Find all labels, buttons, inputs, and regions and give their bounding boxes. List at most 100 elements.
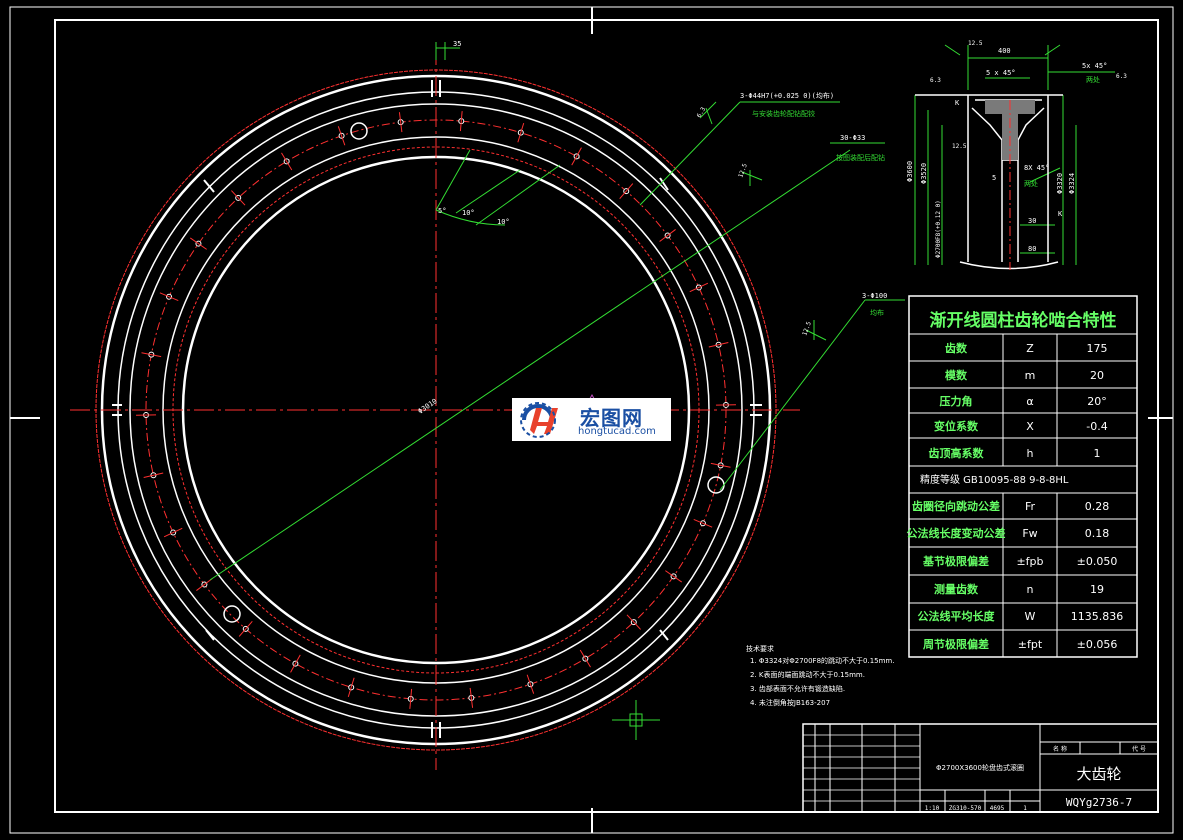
gear-row2-symbol: Fw: [1022, 527, 1037, 540]
section-dim-left-2: Φ3520: [920, 163, 928, 184]
watermark-url: hongtucad.com: [578, 426, 656, 437]
section-rough-d: 12.5: [952, 143, 967, 150]
logo-icon: [520, 402, 558, 438]
section-rough-b: 12.5: [968, 40, 983, 47]
gear-row2-label: 测量齿数: [934, 582, 979, 596]
gear-table-title: 渐开线圆柱齿轮啮合特性: [930, 310, 1117, 331]
gear-row2-value: 1135.836: [1071, 610, 1124, 623]
gear-row-label: 齿数: [945, 341, 968, 355]
hole3-spec-label: 3-Φ44H7(+0.025 0)(均布): [740, 91, 834, 100]
section-dim-chamfer-top: 5 x 45°: [986, 69, 1016, 77]
title-block-material: ZG310-570: [949, 805, 982, 812]
gear-row-label: 齿顶高系数: [929, 446, 985, 460]
section-dim-right-2: Φ3324: [1068, 173, 1076, 194]
gear-row2-label: 齿圈径向跳动公差: [912, 499, 1000, 513]
gear-row2-label: 基节极限偏差: [922, 554, 989, 568]
gear-row2-symbol: W: [1025, 610, 1036, 623]
radial-tick: [571, 147, 582, 166]
section-dim-30: 30: [1028, 217, 1036, 225]
radial-tick: [290, 654, 301, 673]
title-block: Φ2700X3600轮盘齿式滚圈 大齿轮 WQYg2736-7 1:10 ZG3…: [802, 723, 1159, 813]
radial-tick: [619, 183, 634, 200]
gear-row-symbol: h: [1027, 447, 1034, 460]
gear-row2-label: 周节极限偏差: [923, 637, 989, 651]
gear-row2-label: 公法线长度变动公差: [907, 526, 1006, 540]
section-label-k1: K: [955, 99, 960, 107]
gear-row2-value: ±0.050: [1077, 555, 1118, 568]
section-dim-left-3: Φ2700F8(+0.12 0): [935, 200, 942, 258]
gear-row2-symbol: Fr: [1025, 500, 1036, 513]
section-dim-left-1: Φ3600: [906, 161, 914, 182]
section-dim-80: 80: [1028, 245, 1036, 253]
gear-row2-value: ±0.056: [1077, 638, 1118, 651]
gear-row2-label: 公法线平均长度: [918, 609, 996, 623]
radial-tick: [281, 152, 293, 171]
section-dim-chamfer-right: 5x 45°: [1082, 62, 1107, 70]
gear-row-value: -0.4: [1086, 420, 1107, 433]
gear-row-value: 20°: [1087, 395, 1107, 408]
hole3-note-label: 与安装齿轮配钻配铰: [752, 109, 815, 118]
radial-tick: [665, 570, 683, 583]
title-block-hdr-a: 名 称: [1053, 745, 1067, 753]
note-1: 1. Φ3324对Φ2700F8的跳动不大于0.15mm.: [750, 656, 894, 665]
title-block-project: Φ2700X3600轮盘齿式滚圈: [936, 763, 1024, 772]
gear-row2-symbol: n: [1027, 583, 1034, 596]
section-chamfer-note: 两处: [1086, 75, 1100, 84]
angle-5-label: 5°: [438, 207, 446, 215]
gear-row-symbol: α: [1026, 395, 1033, 408]
gear-row-value: 1: [1094, 447, 1101, 460]
gear-table-accuracy: 精度等级 GB10095-88 9-8-8HL: [920, 473, 1069, 486]
gear-row-value: 175: [1087, 342, 1108, 355]
radial-tick: [659, 229, 676, 242]
hole30-note-label: 按图装配后配钻: [836, 153, 885, 162]
hole3100-note-label: 均布: [870, 308, 884, 317]
title-block-scale: 1:10: [925, 805, 940, 812]
diameter-label: Φ3010: [417, 397, 439, 415]
gear-row-symbol: Z: [1026, 342, 1034, 355]
title-block-hdr-b: 代 号: [1132, 745, 1146, 753]
section-rough-a: 6.3: [930, 77, 941, 84]
radial-tick: [189, 237, 207, 250]
section-view: [914, 44, 1115, 270]
gear-row-label: 变位系数: [934, 419, 979, 433]
gear-row-value: 20: [1090, 369, 1104, 382]
gear-row2-value: 0.18: [1085, 527, 1110, 540]
gear-row-symbol: X: [1026, 420, 1034, 433]
gear-row-label: 压力角: [940, 394, 973, 408]
hole30-label: 30-Φ33: [840, 134, 865, 142]
top-dim-label: 35: [453, 40, 461, 48]
section-label-k2: K: [1058, 210, 1063, 218]
section-chamfer-note-mid: 两处: [1024, 179, 1038, 188]
notes-title: 技术要求: [746, 644, 774, 653]
large-hole-3: [223, 605, 241, 623]
section-dim-right-1: Φ3320: [1056, 173, 1064, 194]
section-rough-c: 6.3: [1116, 73, 1127, 80]
section-dim-width: 400: [998, 47, 1011, 55]
note-4: 4. 未注倒角按JB163-207: [750, 698, 830, 707]
gear-main-view: Φ3010: [70, 45, 851, 770]
section-dim-5: 5: [992, 174, 996, 182]
title-block-qty: 1: [1023, 805, 1027, 812]
gear-row2-value: 19: [1090, 583, 1104, 596]
gear-table: 渐开线圆柱齿轮啮合特性 齿数 Z 175 模数 m 20 压力角 α 20° 变位系数 X -0.4 齿…: [907, 295, 1138, 658]
section-dim-chamfer-mid: 8X 45°: [1024, 164, 1049, 172]
gear-row2-symbol: ±fpb: [1016, 555, 1043, 568]
gear-row-label: 模数: [945, 368, 968, 382]
gear-row2-value: 0.28: [1085, 500, 1110, 513]
radial-tick: [579, 649, 591, 668]
title-block-part-name: 大齿轮: [1076, 765, 1121, 783]
technical-notes: 技术要求 1. Φ3324对Φ2700F8的跳动不大于0.15mm. 2. K表…: [746, 644, 894, 707]
radial-tick: [196, 578, 213, 591]
angle-10a-label: 10°: [462, 209, 475, 217]
hole3100-label: 3-Φ100: [862, 292, 887, 300]
note-2: 2. K表面的端面跳动不大于0.15mm.: [750, 670, 865, 679]
roughness-2: 12.5: [737, 162, 749, 178]
radial-tick: [238, 620, 253, 637]
gear-row2-symbol: ±fpt: [1018, 638, 1043, 651]
title-block-drawing-no: WQYg2736-7: [1066, 796, 1132, 809]
large-hole-1: [350, 122, 368, 140]
watermark-logo: 宏图网 hongtucad.com: [512, 398, 671, 441]
angle-10b-label: 10°: [497, 218, 510, 226]
note-3: 3. 齿部表面不允许有锻造缺陷.: [750, 684, 845, 693]
roughness-3: 12.5: [801, 320, 813, 336]
